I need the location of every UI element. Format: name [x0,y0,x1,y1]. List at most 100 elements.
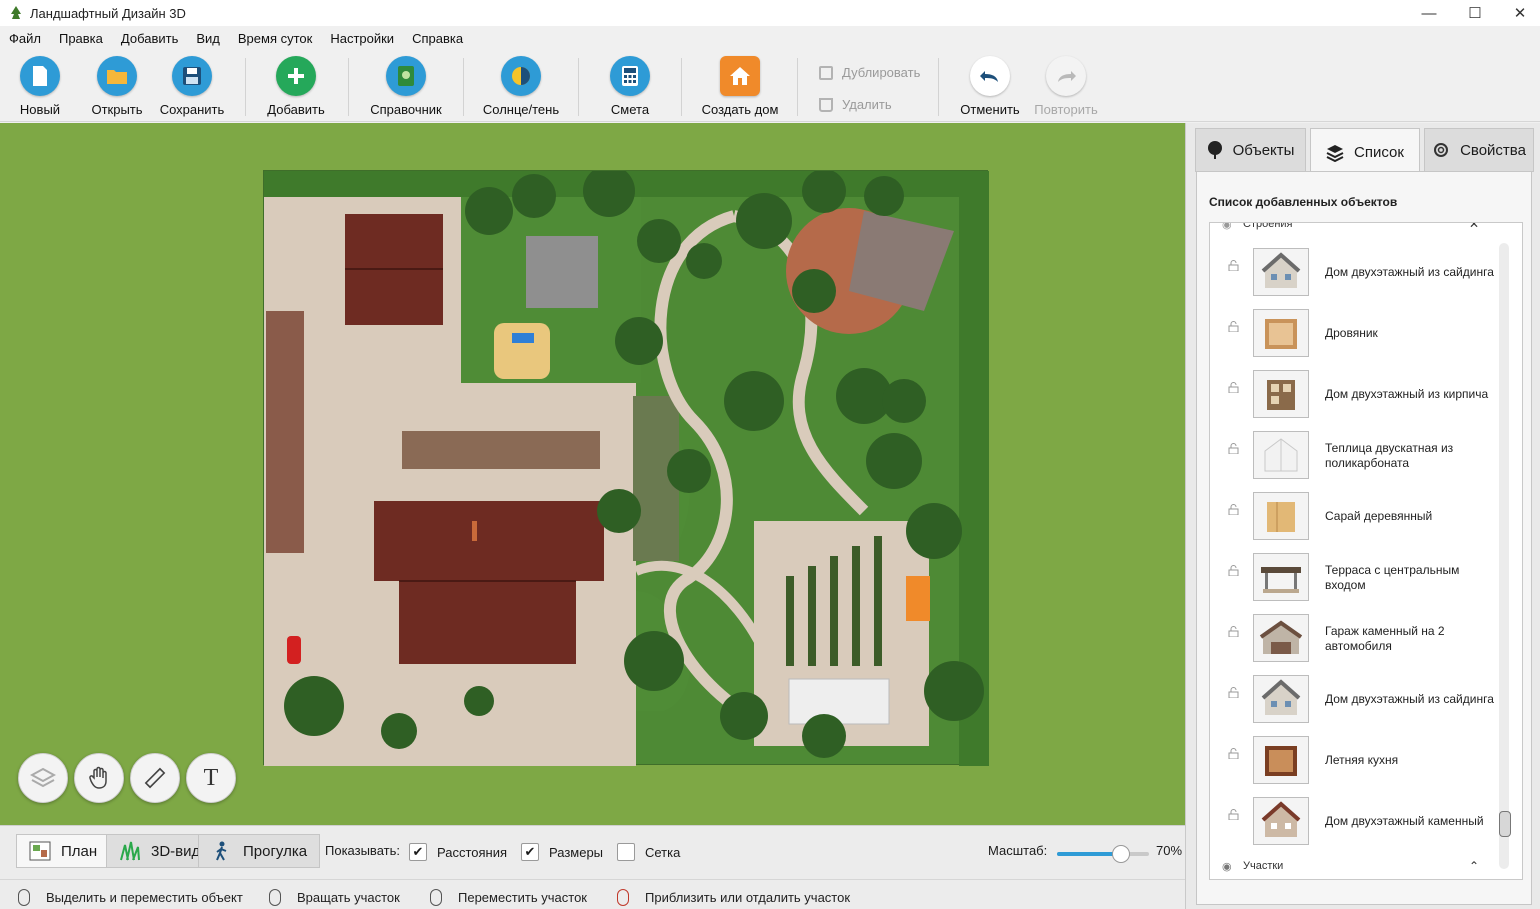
menu-edit[interactable]: Правка [50,31,112,46]
menu-add[interactable]: Добавить [112,31,187,46]
text-tool-button[interactable]: T [186,753,236,803]
list-heading: Список добавленных объектов [1209,195,1398,209]
scrollbar-track[interactable] [1499,243,1509,869]
menu-time-of-day[interactable]: Время суток [229,31,321,46]
list-item[interactable]: Терраса с центральным входом [1210,547,1500,608]
scrollbar-thumb[interactable] [1499,811,1511,837]
greenhouse[interactable] [788,678,890,725]
create-house-button[interactable]: Создать дом [700,56,780,117]
list-item[interactable]: Теплица двускатная из поликарбоната [1210,425,1500,486]
list-item[interactable]: Дом двухэтажный каменный [1210,791,1500,852]
undo-icon [970,56,1010,96]
unlock-icon[interactable] [1228,565,1239,576]
tab-list[interactable]: Список [1310,128,1420,176]
show-dimensions-checkbox[interactable]: ✔ Размеры [521,843,603,861]
unlock-icon[interactable] [1228,626,1239,637]
maximize-button[interactable]: ☐ [1452,0,1498,26]
garden-plot[interactable] [263,165,989,766]
new-button[interactable]: Новый [0,56,80,117]
group-header-buildings[interactable]: ◉ Строения ✕ [1210,223,1500,237]
list-item[interactable]: Сарай деревянный [1210,486,1500,547]
eye-icon[interactable]: ◉ [1222,860,1232,873]
unlock-icon[interactable] [1228,260,1239,271]
save-button[interactable]: Сохранить [152,56,232,117]
show-distances-label: Расстояния [437,844,508,860]
list-item[interactable]: Дом двухэтажный из сайдинга [1210,669,1500,730]
minimize-button[interactable]: — [1406,0,1452,26]
unlock-icon[interactable] [1228,687,1239,698]
unlock-icon[interactable] [1228,321,1239,332]
zoom-slider-thumb[interactable] [1112,845,1131,863]
menu-bar: Файл Правка Добавить Вид Время суток Нас… [0,26,1540,50]
toolbar-divider [348,58,349,116]
unlock-icon[interactable] [1228,382,1239,393]
unlock-icon[interactable] [1228,504,1239,515]
house-icon [720,56,760,96]
list-item[interactable]: Дровяник [1210,303,1500,364]
objects-list[interactable]: ◉ Строения ✕ Дом двухэтажный из сайдинга… [1209,222,1523,880]
open-button[interactable]: Открыть [77,56,157,117]
estimate-button[interactable]: Смета [590,56,670,117]
item-name: Терраса с центральным входом [1325,562,1460,592]
main-house-roof[interactable] [374,501,604,664]
playground-pad[interactable] [526,236,598,308]
unlock-icon[interactable] [1228,443,1239,454]
eye-icon[interactable]: ◉ [1222,223,1232,231]
item-thumbnail [1253,736,1309,784]
list-item[interactable]: Гараж каменный на 2 автомобиля [1210,608,1500,669]
tab-walk[interactable]: Прогулка [198,834,321,868]
collapse-icon[interactable]: ✕ [1469,223,1479,231]
zoom-slider[interactable] [1057,845,1149,863]
maximize-icon: ☐ [1468,5,1482,22]
show-distances-checkbox[interactable]: ✔ Расстояния [409,843,507,861]
chevron-up-icon[interactable]: ⌃ [1469,859,1479,873]
undo-label: Отменить [960,102,1020,117]
menu-file[interactable]: Файл [0,31,50,46]
measure-tool-button[interactable] [130,753,180,803]
status-bar: Выделить и переместить объект Вращать уч… [0,879,1185,909]
add-label: Добавить [267,102,325,117]
mouse-scroll-icon [617,889,629,906]
item-thumbnail [1253,309,1309,357]
list-item[interactable]: Летняя кухня [1210,730,1500,791]
car[interactable] [287,636,301,664]
calculator-icon [610,56,650,96]
menu-view[interactable]: Вид [187,31,229,46]
tab-plan[interactable]: План [16,834,111,868]
sandbox[interactable] [494,323,550,379]
folder-icon [97,56,137,96]
redo-button[interactable]: Повторить [1026,56,1106,117]
save-icon [172,56,212,96]
show-grid-checkbox[interactable]: Сетка [617,843,680,861]
tab-objects[interactable]: Объекты [1195,128,1306,172]
show-dimensions-label: Размеры [549,844,604,860]
item-name: Дом двухэтажный из сайдинга [1325,692,1494,706]
minimize-icon: — [1421,4,1437,22]
unlock-icon[interactable] [1228,748,1239,759]
hint-move-plot-text: Переместить участок [458,890,587,905]
side-panel: Объекты Список Свойства Список добавленн… [1185,123,1540,909]
sun-shade-button[interactable]: Солнце/тень [481,56,561,117]
group-header-plots[interactable]: ◉ Участки ⌃ [1210,853,1500,879]
pan-tool-button[interactable] [74,753,124,803]
tab-properties[interactable]: Свойства [1424,128,1534,172]
menu-settings[interactable]: Настройки [321,31,403,46]
unlock-icon[interactable] [1228,809,1239,820]
zoom-value: 70% [1156,843,1183,858]
close-icon: ✕ [1513,5,1527,22]
list-item[interactable]: Дом двухэтажный из сайдинга [1210,242,1500,303]
mouse-left-click-icon [18,889,30,906]
list-item[interactable]: Дом двухэтажный из кирпича [1210,364,1500,425]
walking-person-icon [216,841,227,861]
menu-help[interactable]: Справка [403,31,472,46]
garden-shed[interactable] [906,576,930,621]
duplicate-button[interactable]: Дублировать [819,65,920,80]
add-button[interactable]: Добавить [256,56,336,117]
close-button[interactable]: ✕ [1497,0,1540,26]
reference-button[interactable]: Справочник [366,56,446,117]
delete-button[interactable]: Удалить [819,97,892,112]
design-canvas[interactable]: T [0,123,1185,825]
3d-rotate-button[interactable] [18,753,68,803]
show-grid-label: Сетка [645,844,681,860]
undo-button[interactable]: Отменить [950,56,1030,117]
